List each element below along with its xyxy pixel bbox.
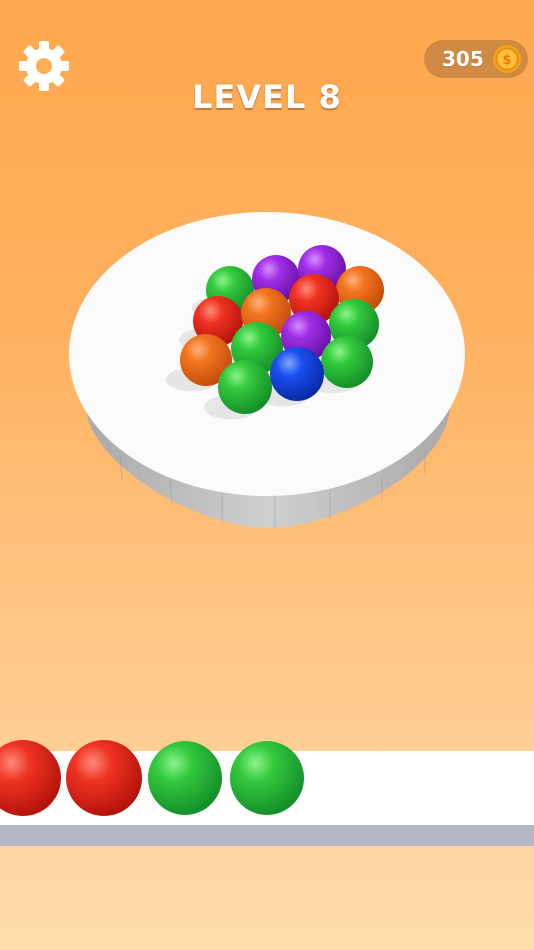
tray-ball-red[interactable] — [66, 740, 142, 816]
tray-ball-green[interactable] — [148, 741, 222, 815]
ball-green — [321, 336, 373, 388]
tray-shadow — [0, 824, 534, 846]
coin-count: 305 — [442, 47, 484, 71]
coin-icon: $ — [493, 45, 521, 73]
coin-symbol: $ — [502, 53, 511, 68]
ball-green — [218, 360, 272, 414]
tray-ball-green[interactable] — [230, 741, 304, 815]
coin-counter: 305 $ — [424, 40, 528, 78]
game-scene — [0, 212, 534, 846]
level-title: LEVEL 8 — [192, 78, 342, 116]
ball-blue — [270, 347, 324, 401]
